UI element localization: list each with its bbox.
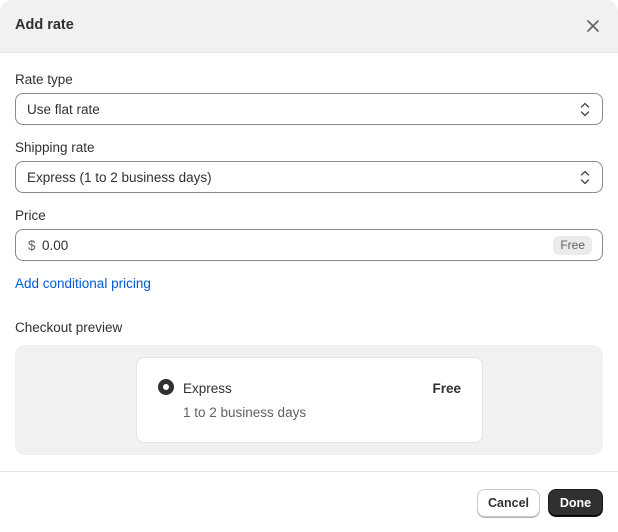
shipping-option-card: Express Free 1 to 2 business days xyxy=(136,357,483,443)
shipping-rate-value: Express (1 to 2 business days) xyxy=(27,170,212,185)
option-detail: 1 to 2 business days xyxy=(183,405,307,420)
chevron-up-down-icon xyxy=(580,102,590,117)
add-rate-modal: Add rate Rate type Use flat rate Shippin… xyxy=(0,0,618,532)
radio-selected-icon[interactable] xyxy=(158,379,174,395)
shipping-rate-label: Shipping rate xyxy=(15,140,95,155)
option-price: Free xyxy=(432,381,461,396)
price-label: Price xyxy=(15,208,46,223)
add-conditional-pricing-link[interactable]: Add conditional pricing xyxy=(15,276,151,291)
free-badge: Free xyxy=(553,236,592,255)
done-button[interactable]: Done xyxy=(548,489,603,517)
close-icon xyxy=(587,20,599,32)
rate-type-select[interactable]: Use flat rate xyxy=(15,93,603,125)
rate-type-value: Use flat rate xyxy=(27,102,100,117)
modal-header: Add rate xyxy=(0,0,618,53)
rate-type-label: Rate type xyxy=(15,72,73,87)
option-name: Express xyxy=(183,381,232,396)
chevron-up-down-icon xyxy=(580,170,590,185)
modal-title: Add rate xyxy=(15,17,74,33)
checkout-preview-label: Checkout preview xyxy=(15,320,123,335)
price-input[interactable]: $ 0.00 Free xyxy=(15,229,603,261)
price-value: 0.00 xyxy=(42,238,69,253)
currency-symbol: $ xyxy=(28,238,36,253)
cancel-button[interactable]: Cancel xyxy=(477,489,540,517)
close-button[interactable] xyxy=(582,15,604,37)
shipping-rate-select[interactable]: Express (1 to 2 business days) xyxy=(15,161,603,193)
modal-footer: Cancel Done xyxy=(0,471,618,532)
